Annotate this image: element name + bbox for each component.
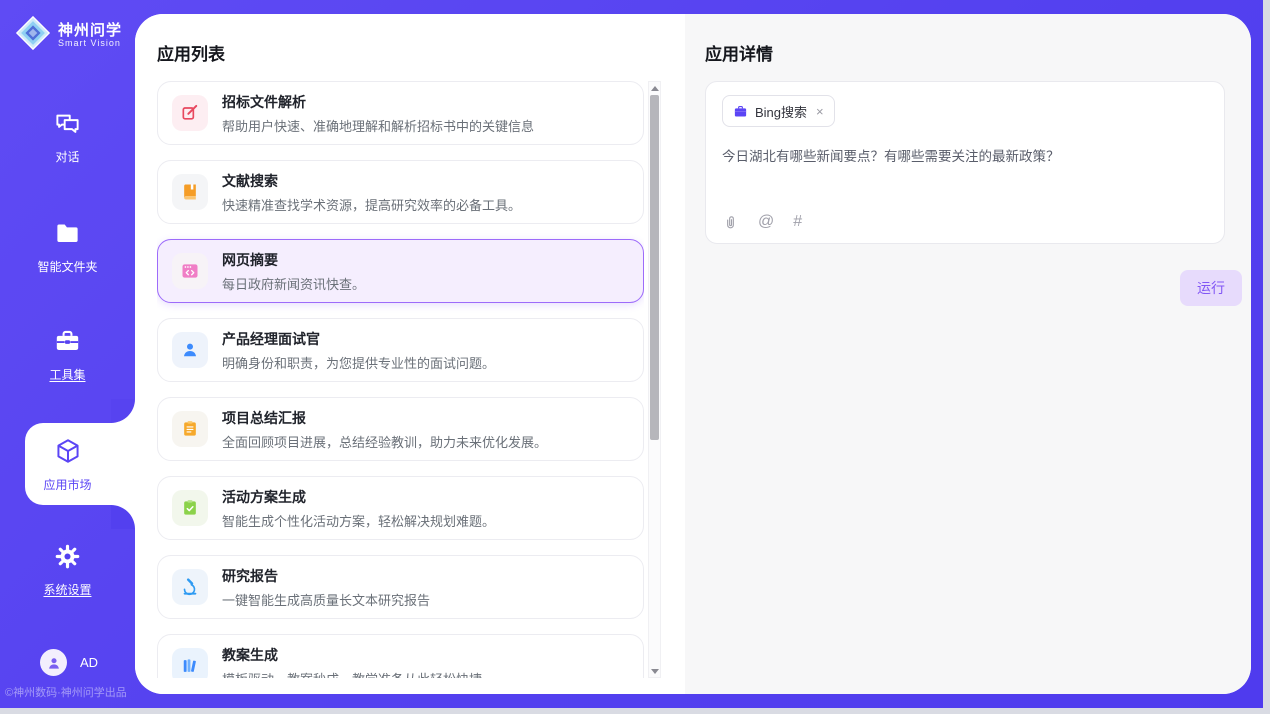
- hash-tag-icon[interactable]: #: [793, 213, 802, 231]
- close-icon[interactable]: ×: [816, 104, 824, 119]
- toolbox-icon: [54, 328, 81, 360]
- sidebar-item-smart-folder[interactable]: 智能文件夹: [0, 220, 135, 275]
- avatar: [40, 649, 67, 676]
- app-card-desc: 快速精准查找学术资源，提高研究效率的必备工具。: [222, 195, 521, 214]
- tool-chip-label: Bing搜索: [755, 102, 807, 121]
- user-account[interactable]: AD: [40, 649, 98, 676]
- main-panel: 应用列表 招标文件解析帮助用户快速、准确地理解和解析招标书中的关键信息文献搜索快…: [135, 14, 1251, 694]
- scrollbar-up-arrow-icon[interactable]: [649, 82, 660, 94]
- brand-name: 神州问学: [58, 23, 122, 39]
- composer-toolbar: @ #: [722, 213, 1208, 231]
- sidebar-item-label: 工具集: [0, 366, 135, 383]
- interviewer-person-icon: [172, 332, 208, 368]
- prompt-editor-card[interactable]: Bing搜索 × 今日湖北有哪些新闻要点？有哪些需要关注的最新政策？ @ #: [705, 81, 1225, 244]
- app-list-pane: 应用列表 招标文件解析帮助用户快速、准确地理解和解析招标书中的关键信息文献搜索快…: [135, 14, 685, 694]
- app-card-title: 活动方案生成: [222, 487, 495, 507]
- app-card[interactable]: 研究报告一键智能生成高质量长文本研究报告: [157, 555, 644, 619]
- research-microscope-icon: [172, 569, 208, 605]
- sidebar-item-toolset[interactable]: 工具集: [0, 328, 135, 383]
- sidebar-item-chat[interactable]: 对话: [0, 110, 135, 165]
- app-card-title: 网页摘要: [222, 250, 365, 270]
- sidebar: 神州问学 Smart Vision 对话 智能文件夹: [0, 0, 135, 708]
- app-card[interactable]: 产品经理面试官明确身份和职责，为您提供专业性的面试问题。: [157, 318, 644, 382]
- app-card[interactable]: 网页摘要每日政府新闻资讯快查。: [157, 239, 644, 303]
- chat-icon: [54, 110, 81, 142]
- app-card-title: 教案生成: [222, 645, 482, 665]
- app-card[interactable]: 教案生成模板驱动，教案秒成，教学准备从此轻松快捷: [157, 634, 644, 678]
- person-icon: [45, 654, 63, 672]
- diamond-logo-icon: [14, 14, 52, 57]
- run-button[interactable]: 运行: [1180, 270, 1242, 306]
- gear-icon: [54, 543, 81, 575]
- app-card[interactable]: 项目总结汇报全面回顾项目进展，总结经验教训，助力未来优化发展。: [157, 397, 644, 461]
- literature-book-icon: [172, 174, 208, 210]
- app-card-title: 招标文件解析: [222, 92, 534, 112]
- webpage-code-icon: [172, 253, 208, 289]
- tool-chip-bing-search[interactable]: Bing搜索 ×: [722, 95, 835, 127]
- bubble-top-notch: [111, 399, 135, 423]
- sidebar-item-label: 系统设置: [0, 581, 135, 598]
- app-card[interactable]: 文献搜索快速精准查找学术资源，提高研究效率的必备工具。: [157, 160, 644, 224]
- prompt-input[interactable]: 今日湖北有哪些新闻要点？有哪些需要关注的最新政策？: [722, 147, 1208, 167]
- app-card[interactable]: 活动方案生成智能生成个性化活动方案，轻松解决规划难题。: [157, 476, 644, 540]
- app-card-desc: 一键智能生成高质量长文本研究报告: [222, 590, 430, 609]
- briefcase-icon: [733, 104, 748, 119]
- app-card-desc: 每日政府新闻资讯快查。: [222, 274, 365, 293]
- app-detail-title: 应用详情: [705, 40, 1251, 65]
- copyright-footer: ©神州数码·神州问学出品: [5, 684, 135, 700]
- tender-edit-icon: [172, 95, 208, 131]
- sidebar-item-app-market[interactable]: 应用市场: [0, 437, 135, 493]
- app-card-title: 研究报告: [222, 566, 430, 586]
- app-list-title: 应用列表: [157, 40, 685, 65]
- plan-clipboard-icon: [172, 490, 208, 526]
- sidebar-item-label: 智能文件夹: [0, 258, 135, 275]
- lesson-books-icon: [172, 648, 208, 678]
- paperclip-icon[interactable]: [722, 214, 739, 231]
- at-mention-icon[interactable]: @: [758, 213, 774, 231]
- app-card[interactable]: 招标文件解析帮助用户快速、准确地理解和解析招标书中的关键信息: [157, 81, 644, 145]
- scrollbar-down-arrow-icon[interactable]: [649, 665, 660, 677]
- app-detail-pane: 应用详情 Bing搜索 × 今日湖北有哪些新闻要点？有哪些需要关注的最新政策？: [685, 14, 1251, 694]
- user-initials: AD: [80, 655, 98, 670]
- sidebar-item-settings[interactable]: 系统设置: [0, 543, 135, 598]
- app-card-desc: 帮助用户快速、准确地理解和解析招标书中的关键信息: [222, 116, 534, 135]
- app-window: 神州问学 Smart Vision 对话 智能文件夹: [0, 0, 1263, 708]
- brand-subtitle: Smart Vision: [58, 39, 122, 48]
- folder-icon: [54, 220, 81, 252]
- summary-note-icon: [172, 411, 208, 447]
- scrollbar-track[interactable]: [648, 81, 661, 678]
- sidebar-item-label: 对话: [0, 148, 135, 165]
- app-card-title: 产品经理面试官: [222, 329, 495, 349]
- app-card-title: 项目总结汇报: [222, 408, 547, 428]
- sidebar-item-label: 应用市场: [0, 476, 135, 493]
- cube-icon: [54, 437, 82, 470]
- app-card-list: 招标文件解析帮助用户快速、准确地理解和解析招标书中的关键信息文献搜索快速精准查找…: [157, 81, 644, 678]
- bubble-bottom-notch: [111, 505, 135, 529]
- app-card-desc: 模板驱动，教案秒成，教学准备从此轻松快捷: [222, 669, 482, 679]
- scrollbar-thumb[interactable]: [650, 95, 659, 440]
- app-card-desc: 全面回顾项目进展，总结经验教训，助力未来优化发展。: [222, 432, 547, 451]
- app-card-desc: 智能生成个性化活动方案，轻松解决规划难题。: [222, 511, 495, 530]
- app-card-desc: 明确身份和职责，为您提供专业性的面试问题。: [222, 353, 495, 372]
- app-card-title: 文献搜索: [222, 171, 521, 191]
- brand: 神州问学 Smart Vision: [14, 14, 122, 57]
